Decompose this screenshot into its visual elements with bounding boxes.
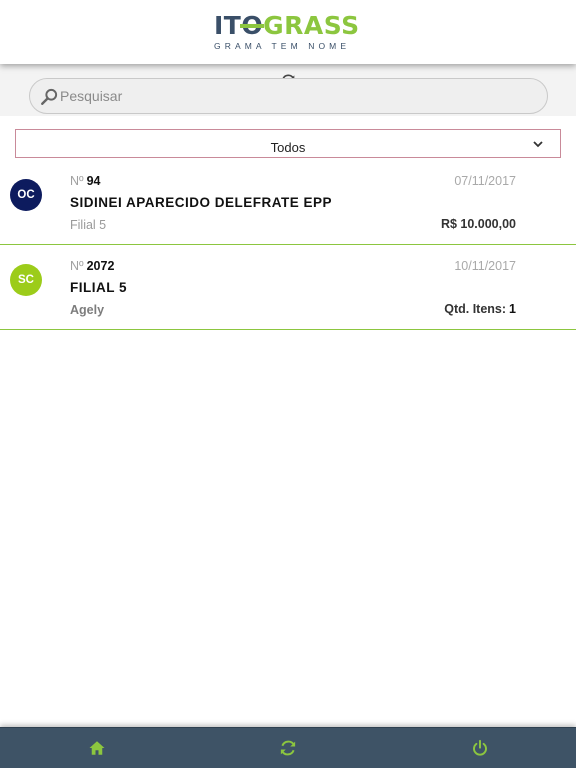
search-icon: [41, 88, 58, 105]
bottom-nav: [0, 727, 576, 768]
logo-tagline: GRAMA TEM NOME: [214, 41, 351, 51]
orders-list: OC Nº 94 07/11/2017 SIDINEI APARECIDO DEL…: [0, 160, 576, 330]
filter-selected-value: Todos: [270, 140, 306, 155]
list-item[interactable]: SC Nº 2072 10/11/2017 FILIAL 5 Agely Qtd.…: [0, 245, 576, 330]
item-number: Nº 2072: [70, 259, 114, 273]
app-screen: ITOGRASS GRAMA TEM NOME Todos OC Nº94 07…: [0, 0, 576, 768]
item-subtitle: Agely: [70, 303, 105, 317]
item-subtitle: Filial 5: [70, 218, 107, 232]
number-value: 2072: [86, 259, 115, 273]
avatar: SC: [10, 264, 42, 296]
item-date: 10/11/2017: [454, 259, 516, 273]
home-icon[interactable]: [88, 739, 106, 757]
power-icon[interactable]: [471, 739, 489, 757]
item-number: Nº 94: [70, 174, 101, 188]
itograss-logo: IT O GRASS GRAMA TEM NOME: [214, 12, 362, 52]
filter-select[interactable]: Todos: [15, 129, 561, 158]
list-item[interactable]: OC Nº 94 07/11/2017 SIDINEI APARECIDO DEL…: [0, 160, 576, 245]
search-input[interactable]: [60, 79, 530, 113]
app-header: IT O GRASS GRAMA TEM NOME: [0, 0, 576, 64]
logo-word-part2: O: [240, 11, 264, 40]
number-value: 94: [86, 174, 101, 188]
number-prefix: Nº: [70, 174, 84, 188]
item-date: 07/11/2017: [454, 174, 516, 188]
search-bar[interactable]: [29, 78, 548, 114]
quantity-label: Qtd. Itens:: [444, 302, 507, 316]
number-prefix: Nº: [70, 259, 84, 273]
item-title: FILIAL 5: [70, 280, 128, 295]
logo-word-part1: IT: [214, 11, 242, 40]
logo-wordmark: IT O GRASS: [214, 12, 362, 38]
chevron-down-icon: [533, 141, 543, 148]
item-amount: R$ 10.000,00: [440, 217, 516, 231]
sync-icon[interactable]: [279, 739, 297, 757]
avatar: OC: [10, 179, 42, 211]
logo-word-part3: GRASS: [263, 11, 360, 40]
item-title: SIDINEI APARECIDO DELEFRATE EPP: [70, 195, 333, 210]
item-quantity: Qtd. Itens: 1: [444, 302, 516, 316]
quantity-value: 1: [509, 302, 516, 316]
